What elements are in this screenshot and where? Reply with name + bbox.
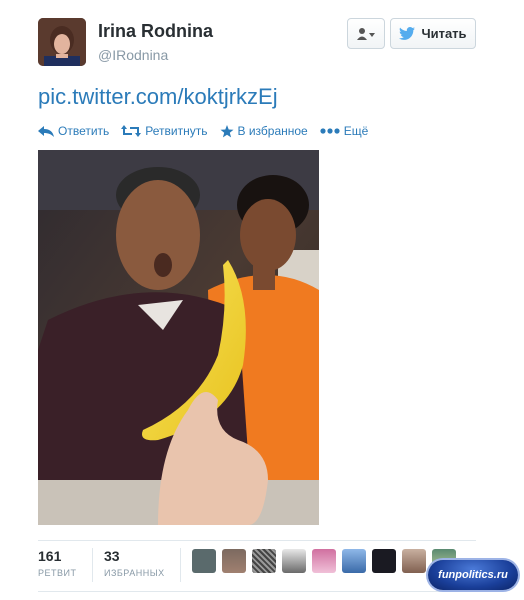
user-avatar[interactable] — [282, 549, 306, 573]
retweet-stat[interactable]: 161 РЕТВИТ — [38, 548, 76, 578]
favorite-action[interactable]: В избранное — [220, 124, 308, 138]
favorite-count: 33 — [104, 548, 120, 564]
follow-button[interactable]: Читать — [390, 18, 476, 49]
favorite-label: В избранное — [237, 124, 308, 138]
watermark-logo: funpolitics.ru — [428, 560, 518, 590]
favorite-count-label: ИЗБРАННЫХ — [104, 568, 165, 578]
tweet-photo[interactable] — [38, 150, 319, 525]
user-handle[interactable]: @IRodnina — [98, 47, 168, 63]
more-dots-icon — [320, 128, 340, 134]
retweet-label: Ретвитнуть — [145, 124, 208, 138]
retweet-action[interactable]: Ретвитнуть — [121, 124, 208, 138]
user-avatar[interactable] — [192, 549, 216, 573]
stats-bottom-divider — [38, 591, 476, 592]
user-avatar[interactable] — [402, 549, 426, 573]
tweet-media-link[interactable]: pic.twitter.com/koktjrkzEj — [38, 84, 278, 110]
stats-separator — [92, 548, 93, 582]
stats-top-divider — [38, 540, 476, 541]
retweet-count-label: РЕТВИТ — [38, 568, 77, 578]
retweet-icon — [121, 125, 142, 137]
star-icon — [220, 124, 233, 137]
favoriters-avatars — [192, 549, 456, 573]
watermark-text: funpolitics.ru — [438, 569, 508, 581]
retweet-count: 161 — [38, 548, 62, 564]
stats-separator — [180, 548, 181, 582]
follow-button-label: Читать — [421, 26, 467, 41]
user-avatar[interactable] — [222, 549, 246, 573]
user-avatar[interactable] — [312, 549, 336, 573]
reply-label: Ответить — [58, 124, 110, 138]
user-name[interactable]: Irina Rodnina — [98, 21, 213, 42]
tweet-actions: Ответить Ретвитнуть В избранное Ещё — [38, 122, 380, 140]
reply-action[interactable]: Ответить — [38, 124, 109, 138]
tweet-photo-image — [38, 150, 319, 525]
favorite-stat[interactable]: 33 ИЗБРАННЫХ — [104, 548, 165, 578]
more-action[interactable]: Ещё — [320, 124, 369, 138]
user-avatar[interactable] — [342, 549, 366, 573]
user-avatar[interactable] — [372, 549, 396, 573]
avatar[interactable] — [38, 18, 86, 66]
user-actions-button[interactable] — [347, 18, 385, 49]
user-dropdown-icon — [357, 27, 375, 40]
avatar-image — [38, 18, 86, 66]
twitter-bird-icon — [399, 27, 416, 40]
reply-icon — [38, 125, 54, 137]
more-label: Ещё — [343, 124, 369, 138]
user-avatar[interactable] — [252, 549, 276, 573]
